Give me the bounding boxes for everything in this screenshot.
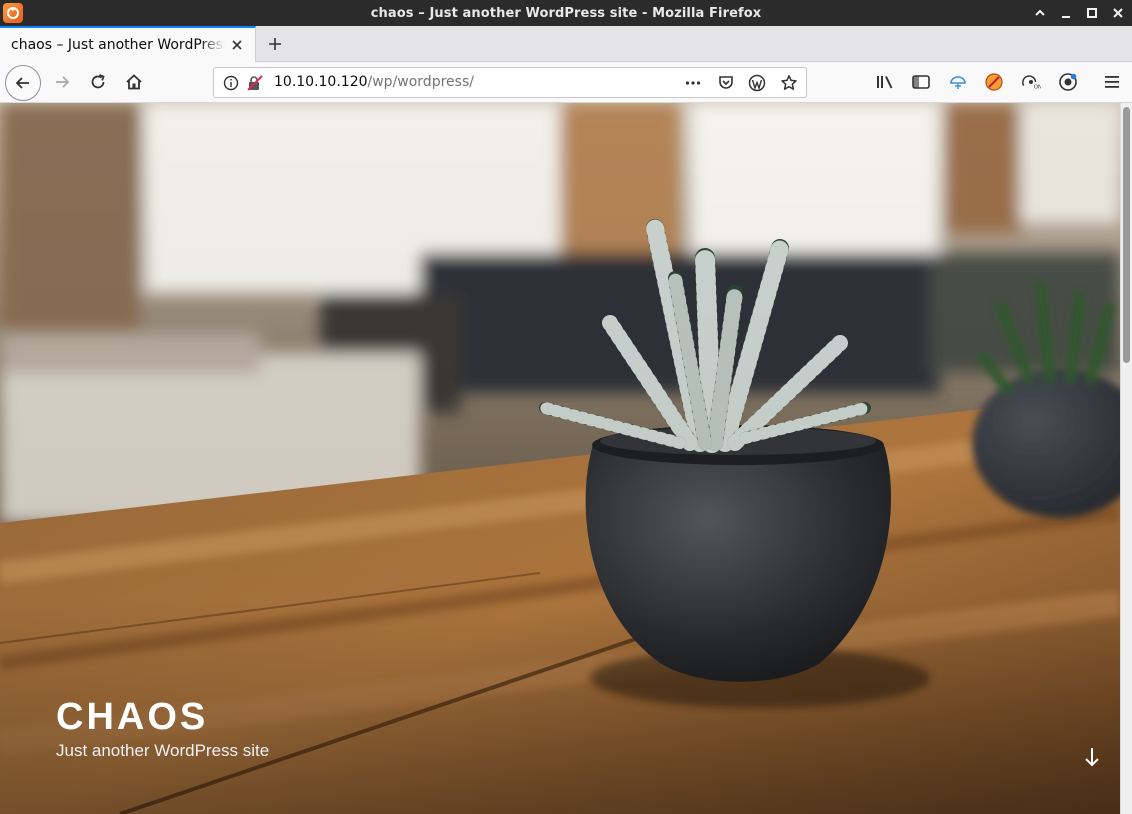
pocket-icon[interactable] [717,74,735,92]
home-icon [126,74,142,90]
sidebar-icon[interactable] [911,72,931,92]
wordpress-icon[interactable] [748,74,766,92]
shade-window-button[interactable] [1034,7,1046,19]
tab-title: chaos – Just another WordPress site [11,37,225,53]
back-icon [15,77,29,89]
extension-icon[interactable] [984,72,1004,92]
scrollbar-thumb[interactable] [1123,107,1130,363]
scroll-down-arrow-icon[interactable] [1082,745,1102,769]
window-titlebar: chaos – Just another WordPress site - Mo… [0,0,1132,26]
site-branding: CHAOS Just another WordPress site [56,695,269,761]
navigation-toolbar: 10.10.10.120/wp/wordpress/ ON [0,62,1132,103]
forward-icon [56,76,70,88]
window-title: chaos – Just another WordPress site - Mo… [370,5,762,21]
back-button[interactable] [5,65,41,101]
minimize-window-button[interactable] [1060,7,1072,19]
info-icon[interactable] [222,74,240,92]
tab-strip: chaos – Just another WordPress site [0,26,1132,62]
library-icon[interactable] [875,72,895,92]
tab-chaos[interactable]: chaos – Just another WordPress site [0,26,256,62]
reload-button[interactable] [82,66,114,98]
forward-button[interactable] [46,66,78,98]
maximize-window-button[interactable] [1086,7,1098,19]
url-bar[interactable]: 10.10.10.120/wp/wordpress/ [213,67,807,98]
site-description: Just another WordPress site [56,741,270,760]
bookmark-star-icon[interactable] [780,74,798,92]
extension-icon[interactable] [1058,72,1078,92]
window-controls [1034,0,1124,26]
extension-icon[interactable]: ON [1021,72,1041,92]
reload-icon [91,74,105,89]
new-tab-button[interactable] [262,31,288,57]
page-scrollbar[interactable] [1120,103,1132,814]
page-actions-icon[interactable] [684,74,702,92]
close-window-button[interactable] [1112,7,1124,19]
close-tab-icon[interactable] [229,37,245,53]
site-title-link[interactable]: CHAOS [56,695,269,739]
home-button[interactable] [118,66,150,98]
url-host: 10.10.10.120 [274,74,368,90]
url-text[interactable]: 10.10.10.120/wp/wordpress/ [274,74,474,90]
url-path: /wp/wordpress/ [367,74,474,90]
extension-icon[interactable] [948,72,968,92]
insecure-lock-icon[interactable] [246,74,264,92]
svg-text:ON: ON [1034,84,1041,90]
page-content: CHAOS Just another WordPress site [0,103,1120,814]
firefox-app-icon[interactable] [3,3,23,23]
menu-icon[interactable] [1102,72,1122,92]
